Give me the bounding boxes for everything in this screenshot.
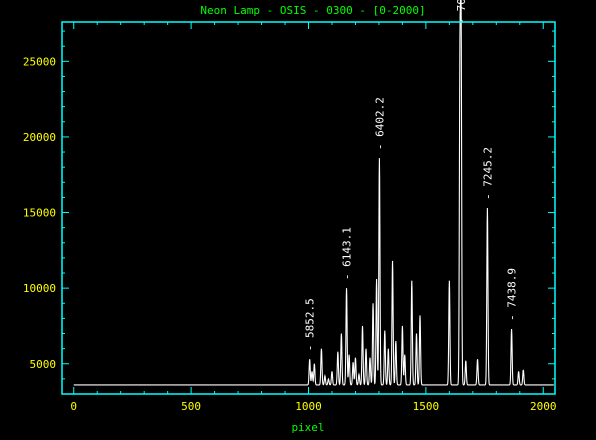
chart-title: Neon Lamp - OSIS - 0300 - [0-2000]: [200, 4, 425, 17]
spectral-line-label: - 6402.2: [373, 97, 386, 150]
y-tick-label: 5000: [30, 358, 57, 371]
x-tick-label: 1500: [413, 400, 440, 413]
spectral-line-label: - 6143.1: [341, 227, 354, 280]
y-tick-label: 15000: [23, 207, 56, 220]
y-tick-label: 20000: [23, 131, 56, 144]
spectrum-plot-window: Neon Lamp - OSIS - 0300 - [0-2000] - 585…: [0, 0, 596, 440]
x-axis-label: pixel: [291, 421, 324, 434]
spectral-line-label: - 5852.5: [304, 298, 317, 351]
x-tick-label: 2000: [530, 400, 557, 413]
x-tick-label: 0: [70, 400, 77, 413]
y-tick-label: 25000: [23, 55, 56, 68]
spectral-line-label: - 7032.4: [455, 0, 468, 25]
spectral-line-label: - 7438.9: [506, 268, 519, 321]
x-tick-label: 1000: [295, 400, 322, 413]
x-tick-label: 500: [181, 400, 201, 413]
spectral-line-label: - 7245.2: [481, 147, 494, 200]
plot-background: [0, 0, 596, 440]
y-tick-label: 10000: [23, 282, 56, 295]
